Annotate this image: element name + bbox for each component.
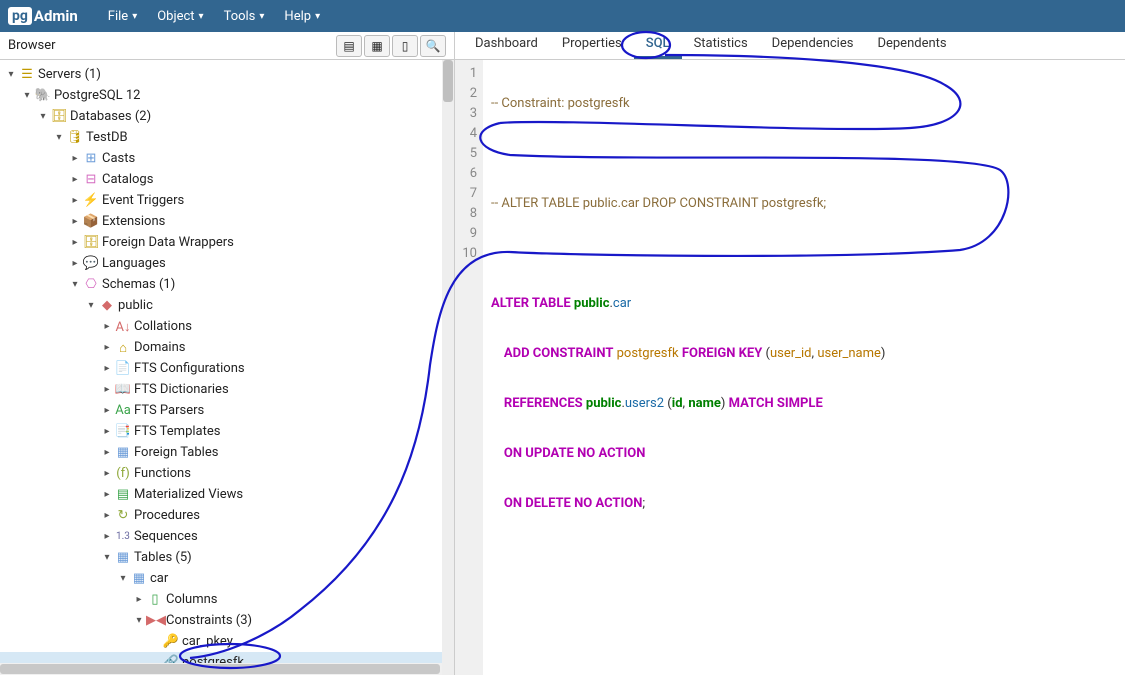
event-trigger-icon: ⚡	[82, 193, 100, 208]
tree-catalogs[interactable]: ▸⊟Catalogs	[0, 169, 454, 190]
line-gutter: 12345678910	[455, 60, 483, 675]
filter-button[interactable]: ▯	[392, 35, 418, 57]
schema-icon: ◆	[98, 298, 116, 313]
database-icon: 🛢	[66, 130, 84, 145]
tree-languages[interactable]: ▸💬Languages	[0, 253, 454, 274]
columns-icon: ▯	[146, 592, 164, 607]
fdw-icon: 🗄	[82, 235, 100, 250]
tree-car-pkey[interactable]: 🔑car_pkey	[0, 631, 454, 652]
database-stack-icon: 🗄	[50, 109, 68, 124]
table-icon: ▦	[130, 571, 148, 586]
top-menu-bar: pg Admin File▾ Object▾ Tools▾ Help▾	[0, 0, 1125, 32]
menu-help[interactable]: Help▾	[274, 0, 330, 32]
caret-down-icon: ▾	[315, 11, 320, 22]
tab-dependents[interactable]: Dependents	[865, 31, 958, 59]
caret-down-icon: ▾	[132, 11, 137, 22]
menu-file[interactable]: File▾	[98, 0, 147, 32]
content-tabs: Dashboard Properties SQL Statistics Depe…	[455, 32, 1125, 60]
servers-icon: ☰	[18, 67, 36, 82]
tree-collations[interactable]: ▸A↓Collations	[0, 316, 454, 337]
tab-dependencies[interactable]: Dependencies	[760, 31, 866, 59]
functions-icon: (f)	[114, 466, 132, 481]
foreign-tables-icon: ▦	[114, 445, 132, 460]
tree-casts[interactable]: ▸⊞Casts	[0, 148, 454, 169]
browser-title: Browser	[8, 38, 56, 53]
tree-databases[interactable]: ▾🗄Databases (2)	[0, 106, 454, 127]
fts-parsers-icon: Aa	[114, 403, 132, 418]
catalogs-icon: ⊟	[82, 172, 100, 187]
tab-dashboard[interactable]: Dashboard	[463, 31, 550, 59]
tree-foreign-tables[interactable]: ▸▦Foreign Tables	[0, 442, 454, 463]
collations-icon: A↓	[114, 319, 132, 335]
tree-hscrollbar[interactable]	[0, 663, 442, 675]
browser-header: Browser ▤ ▦ ▯ 🔍	[0, 32, 454, 60]
extensions-icon: 📦	[82, 214, 100, 229]
view-data-button[interactable]: ▦	[364, 35, 390, 57]
grid-icon: ▦	[371, 39, 382, 53]
constraints-icon: ▶◀	[146, 613, 164, 628]
menu-object[interactable]: Object▾	[147, 0, 213, 32]
tree-schemas[interactable]: ▾⎔Schemas (1)	[0, 274, 454, 295]
domains-icon: ⌂	[114, 340, 132, 356]
content-panel: Dashboard Properties SQL Statistics Depe…	[455, 32, 1125, 675]
schemas-icon: ⎔	[82, 277, 100, 292]
logo-suffix: Admin	[34, 7, 78, 25]
tables-icon: ▦	[114, 550, 132, 565]
tab-statistics[interactable]: Statistics	[682, 31, 760, 59]
tree-event-triggers[interactable]: ▸⚡Event Triggers	[0, 190, 454, 211]
filter-icon: ▯	[402, 39, 409, 53]
browser-toolbar: ▤ ▦ ▯ 🔍	[334, 35, 446, 57]
caret-down-icon: ▾	[199, 11, 204, 22]
logo-prefix: pg	[8, 7, 32, 25]
tree-fts-dict[interactable]: ▸📖FTS Dictionaries	[0, 379, 454, 400]
tree-table-car[interactable]: ▾▦car	[0, 568, 454, 589]
fts-conf-icon: 📄	[114, 361, 132, 376]
tab-properties[interactable]: Properties	[550, 31, 634, 59]
tab-sql[interactable]: SQL	[634, 31, 682, 59]
search-icon: 🔍	[426, 39, 441, 53]
tree-fts-parsers[interactable]: ▸AaFTS Parsers	[0, 400, 454, 421]
object-tree[interactable]: ▾☰Servers (1) ▾🐘PostgreSQL 12 ▾🗄Database…	[0, 60, 454, 675]
casts-icon: ⊞	[82, 151, 100, 166]
tree-servers[interactable]: ▾☰Servers (1)	[0, 64, 454, 85]
browser-panel: Browser ▤ ▦ ▯ 🔍 ▾☰Servers (1) ▾🐘PostgreS…	[0, 32, 455, 675]
search-button[interactable]: 🔍	[420, 35, 446, 57]
tree-tables[interactable]: ▾▦Tables (5)	[0, 547, 454, 568]
sequences-icon: 1.3	[114, 531, 132, 542]
tree-testdb[interactable]: ▾🛢TestDB	[0, 127, 454, 148]
tree-public[interactable]: ▾◆public	[0, 295, 454, 316]
tree-fts-conf[interactable]: ▸📄FTS Configurations	[0, 358, 454, 379]
tree-domains[interactable]: ▸⌂Domains	[0, 337, 454, 358]
tree-sequences[interactable]: ▸1.3Sequences	[0, 526, 454, 547]
pkey-icon: 🔑	[162, 634, 180, 649]
tree-extensions[interactable]: ▸📦Extensions	[0, 211, 454, 232]
tree-constraints[interactable]: ▾▶◀Constraints (3)	[0, 610, 454, 631]
sql-editor[interactable]: 12345678910 -- Constraint: postgresfk --…	[455, 60, 1125, 675]
mat-views-icon: ▤	[114, 487, 132, 502]
tree-pg12[interactable]: ▾🐘PostgreSQL 12	[0, 85, 454, 106]
languages-icon: 💬	[82, 256, 100, 271]
procedures-icon: ↻	[114, 508, 132, 523]
database-play-icon: ▤	[343, 39, 354, 53]
tree-fts-templates[interactable]: ▸📑FTS Templates	[0, 421, 454, 442]
sql-code[interactable]: -- Constraint: postgresfk -- ALTER TABLE…	[483, 60, 893, 675]
tree-fdw[interactable]: ▸🗄Foreign Data Wrappers	[0, 232, 454, 253]
elephant-icon: 🐘	[34, 88, 52, 103]
tree-columns[interactable]: ▸▯Columns	[0, 589, 454, 610]
fts-dict-icon: 📖	[114, 382, 132, 397]
fts-templates-icon: 📑	[114, 424, 132, 439]
tree-procedures[interactable]: ▸↻Procedures	[0, 505, 454, 526]
tree-scrollbar[interactable]	[442, 60, 454, 675]
menu-tools[interactable]: Tools▾	[214, 0, 275, 32]
tree-functions[interactable]: ▸(f)Functions	[0, 463, 454, 484]
query-tool-button[interactable]: ▤	[336, 35, 362, 57]
main-area: Browser ▤ ▦ ▯ 🔍 ▾☰Servers (1) ▾🐘PostgreS…	[0, 32, 1125, 675]
tree-mat-views[interactable]: ▸▤Materialized Views	[0, 484, 454, 505]
caret-down-icon: ▾	[259, 11, 264, 22]
